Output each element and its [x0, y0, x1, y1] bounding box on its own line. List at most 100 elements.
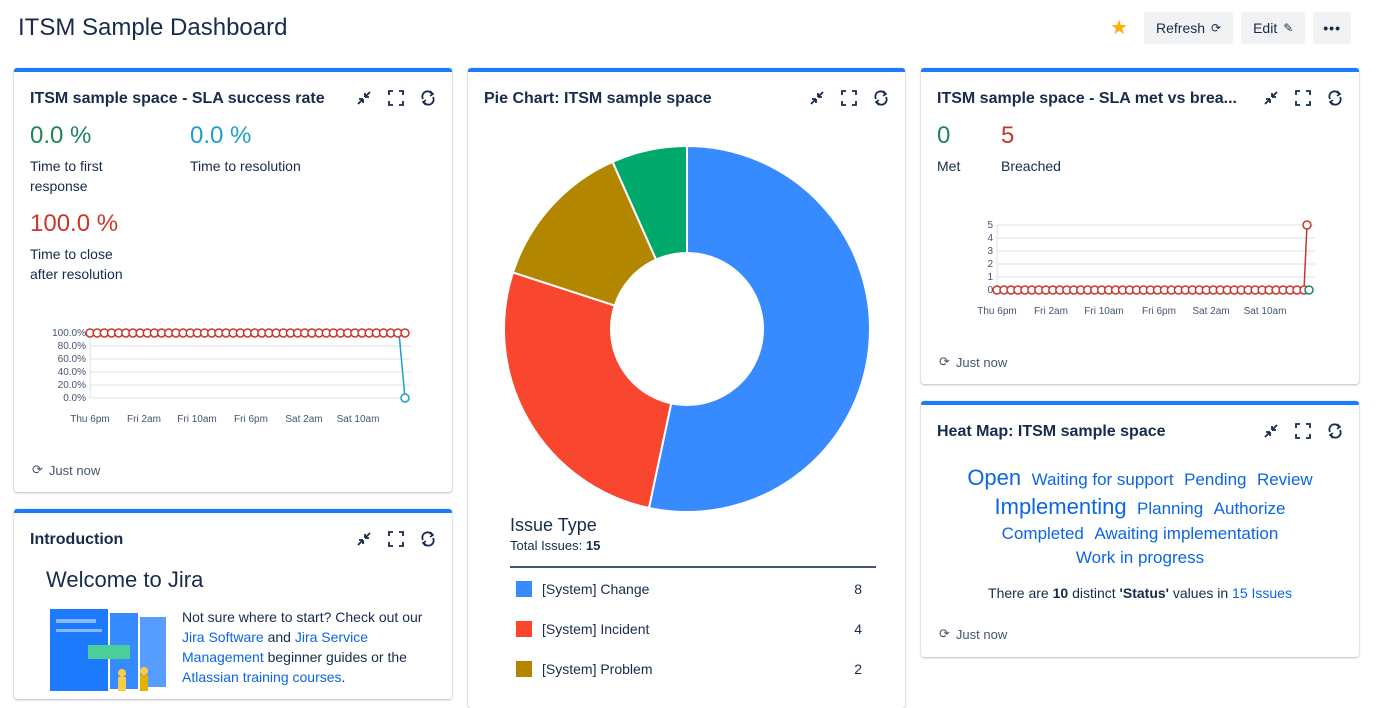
- last-refreshed: ⟳ Just now: [32, 462, 100, 478]
- heat-map-gadget: Heat Map: ITSM sample space Open Waiting…: [921, 401, 1359, 657]
- pie-chart-gadget: Pie Chart: ITSM sample space Issue Type …: [468, 68, 905, 708]
- jira-software-link[interactable]: Jira Software: [182, 629, 264, 645]
- refresh-icon[interactable]: [871, 88, 891, 108]
- total-value: 15: [585, 538, 601, 553]
- heat-term[interactable]: Open: [967, 465, 1021, 490]
- legend-swatch: [516, 661, 532, 677]
- gadget-title: ITSM sample space - SLA met vs brea...: [937, 90, 1237, 107]
- heat-term[interactable]: Review: [1257, 470, 1313, 489]
- y-tick-label: 4: [987, 233, 993, 244]
- legend-count: 8: [854, 581, 862, 597]
- data-point: [1304, 285, 1314, 295]
- maximize-icon[interactable]: [1293, 88, 1313, 108]
- y-tick-label: 60.0%: [58, 354, 86, 365]
- heat-term[interactable]: Authorize: [1214, 499, 1286, 518]
- maximize-icon[interactable]: [1293, 421, 1313, 441]
- y-tick-label: 20.0%: [58, 380, 86, 391]
- legend-label: [System] Problem: [542, 661, 653, 677]
- gadget-title: Heat Map: ITSM sample space: [937, 423, 1166, 440]
- last-refreshed: ⟳ Just now: [939, 626, 1007, 642]
- y-tick-label: 2: [987, 259, 993, 270]
- legend-swatch: [516, 581, 532, 597]
- refreshed-text: Just now: [955, 626, 1008, 642]
- heat-term[interactable]: Pending: [1184, 470, 1246, 489]
- y-tick-label: 80.0%: [58, 341, 86, 352]
- refresh-icon[interactable]: [1325, 88, 1345, 108]
- minimize-icon[interactable]: [1261, 421, 1281, 441]
- maximize-icon[interactable]: [839, 88, 859, 108]
- refresh-small-icon[interactable]: ⟳: [32, 462, 43, 478]
- x-tick-label: Fri 2am: [127, 414, 161, 425]
- x-tick-label: Fri 10am: [177, 414, 216, 425]
- last-refreshed: ⟳ Just now: [939, 354, 1007, 370]
- minimize-icon[interactable]: [807, 88, 827, 108]
- legend-item[interactable]: [System] Change 8: [516, 579, 862, 599]
- refresh-small-icon[interactable]: ⟳: [939, 354, 950, 370]
- summary-count: 10: [1052, 585, 1069, 601]
- more-actions-button[interactable]: •••: [1313, 12, 1351, 44]
- x-tick-label: Fri 2am: [1034, 306, 1068, 317]
- minimize-icon[interactable]: [354, 529, 374, 549]
- heat-row: Completed Awaiting implementation: [921, 524, 1359, 544]
- x-tick-label: Sat 10am: [337, 414, 380, 425]
- data-point: [1302, 220, 1312, 230]
- welcome-text-3: beginner guides or the: [267, 649, 407, 665]
- maximize-icon[interactable]: [386, 529, 406, 549]
- refresh-small-icon[interactable]: ⟳: [939, 626, 950, 642]
- resolution-label: Time to resolution: [190, 158, 301, 174]
- legend-count: 2: [854, 661, 862, 677]
- heat-term[interactable]: Work in progress: [1076, 548, 1204, 567]
- star-icon[interactable]: ★: [1110, 12, 1128, 44]
- y-tick-label: 0.0%: [63, 393, 86, 404]
- welcome-text-2: and: [267, 629, 291, 645]
- minimize-icon[interactable]: [354, 88, 374, 108]
- heat-term[interactable]: Waiting for support: [1032, 470, 1174, 489]
- heat-row: Implementing Planning Authorize: [921, 494, 1359, 520]
- summary-pre: There are: [988, 585, 1049, 601]
- welcome-text-1: Not sure where to start? Check out our: [182, 609, 423, 625]
- data-point: [400, 393, 410, 403]
- gadget-title: ITSM sample space - SLA success rate: [30, 90, 325, 107]
- summary-post: values in: [1172, 585, 1229, 601]
- gadget-tools: [354, 529, 438, 549]
- edit-button-label: Edit: [1253, 20, 1278, 36]
- x-tick-label: Thu 6pm: [977, 306, 1016, 317]
- minimize-icon[interactable]: [1261, 88, 1281, 108]
- heat-term[interactable]: Completed: [1002, 524, 1084, 543]
- atlassian-training-link[interactable]: Atlassian training courses: [182, 669, 342, 685]
- first-response-label-line1: Time to first: [30, 158, 103, 174]
- gadget-title: Pie Chart: ITSM sample space: [484, 90, 712, 107]
- series-line: [997, 224, 1308, 291]
- breached-value: 5: [1001, 122, 1015, 149]
- refresh-icon[interactable]: [1325, 421, 1345, 441]
- heat-term[interactable]: Planning: [1137, 499, 1203, 518]
- x-tick-label: Sat 10am: [1244, 306, 1287, 317]
- welcome-text: Not sure where to start? Check out our J…: [182, 607, 432, 687]
- heat-term[interactable]: Awaiting implementation: [1094, 524, 1278, 543]
- legend-item[interactable]: [System] Incident 4: [516, 619, 862, 639]
- refresh-icon[interactable]: [418, 88, 438, 108]
- gadget-tools: [1261, 88, 1345, 108]
- x-tick-label: Fri 6pm: [1142, 306, 1176, 317]
- series-line: [398, 332, 406, 399]
- summary-mid: distinct: [1072, 585, 1116, 601]
- issues-link[interactable]: 15 Issues: [1232, 585, 1292, 601]
- edit-button[interactable]: Edit ✎: [1241, 12, 1306, 44]
- header-actions: ★ Refresh ⟳ Edit ✎ •••: [1110, 12, 1351, 44]
- x-tick-label: Sat 2am: [1192, 306, 1229, 317]
- legend-count: 4: [854, 621, 862, 637]
- page-title: ITSM Sample Dashboard: [18, 14, 288, 41]
- refresh-button[interactable]: Refresh ⟳: [1144, 12, 1234, 44]
- legend-item[interactable]: [System] Problem 2: [516, 659, 862, 679]
- data-point: [400, 328, 410, 338]
- summary-field: 'Status': [1119, 585, 1169, 601]
- heat-term[interactable]: Implementing: [995, 494, 1127, 519]
- refresh-icon: ⟳: [1211, 21, 1222, 35]
- gadget-title: Introduction: [30, 531, 124, 548]
- refresh-icon[interactable]: [418, 529, 438, 549]
- y-tick-label: 40.0%: [58, 367, 86, 378]
- maximize-icon[interactable]: [386, 88, 406, 108]
- legend-total: Total Issues: 15: [510, 538, 600, 553]
- close-after-resolution-label: Time to close after resolution: [30, 244, 123, 284]
- pie-slice: [503, 271, 673, 510]
